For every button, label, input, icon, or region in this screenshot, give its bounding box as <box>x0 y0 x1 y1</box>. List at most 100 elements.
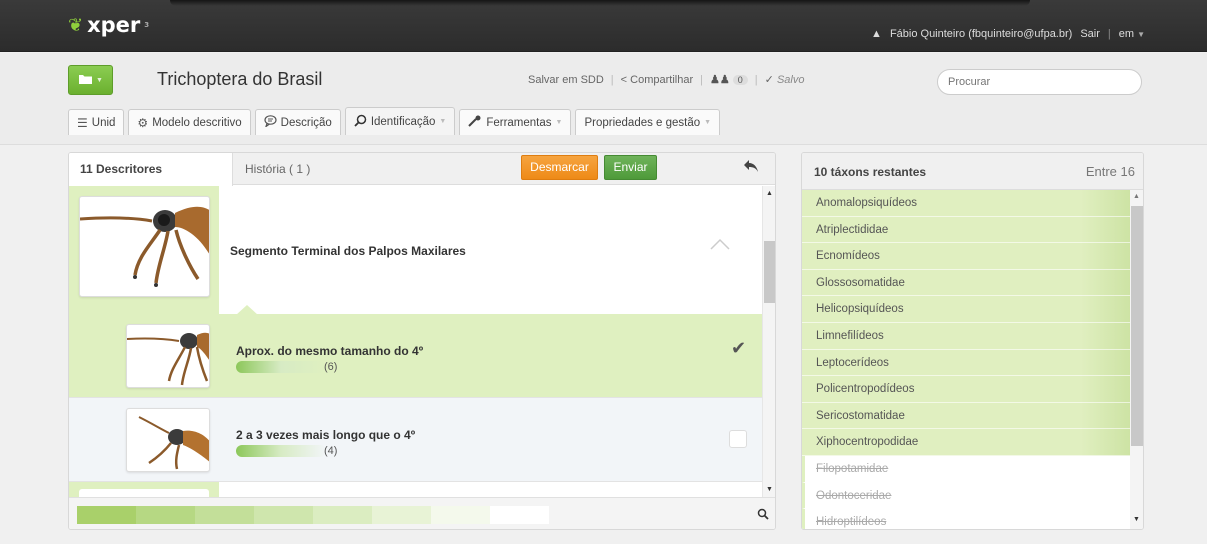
users-count-badge: 0 <box>732 75 748 85</box>
user-area: ▲ Fábio Quinteiro (fbquinteiro@ufpa.br) … <box>871 28 1145 40</box>
chevron-down-icon: ▼ <box>1137 30 1145 39</box>
top-bar: ❦ xper 3 ▲ Fábio Quinteiro (fbquinteiro@u… <box>0 0 1207 52</box>
speech-bubble-icon <box>264 115 277 130</box>
scrollbar-thumb[interactable] <box>764 241 775 303</box>
chevron-down-icon: ▼ <box>439 118 447 125</box>
saved-label: Salvo <box>776 74 805 86</box>
main-tabs: ☰ Unid ⚙ Modelo descritivo Descrição Ide… <box>68 107 721 135</box>
logo-sup: 3 <box>144 21 150 29</box>
saved-status: ✓ Salvo <box>765 73 805 86</box>
progress-segment <box>431 506 490 524</box>
taxa-panel: 10 táxons restantes Entre 16 Anomalopsiq… <box>801 152 1144 530</box>
language-label: em <box>1118 28 1135 40</box>
save-sdd-link[interactable]: Salvar em SDD <box>528 74 604 86</box>
taxon-item-eliminated[interactable]: Hidroptilídeos <box>802 509 1130 529</box>
state-label: Aprox. do mesmo tamanho do 4º <box>236 344 424 358</box>
tab-label: Propriedades e gestão <box>584 116 701 129</box>
tab-label: Modelo descritivo <box>152 116 242 129</box>
taxa-total-label: Entre 16 <box>1085 164 1135 179</box>
descriptors-panel-header: 11 Descritores História ( 1 ) Desmarcar … <box>69 153 775 186</box>
user-name[interactable]: Fábio Quinteiro (fbquinteiro@ufpa.br) <box>890 28 1072 40</box>
desmarcar-button[interactable]: Desmarcar <box>521 155 598 180</box>
tab-identificacao[interactable]: Identificação ▼ <box>344 107 456 135</box>
descriptors-scrollbar[interactable]: ▲ ▼ <box>762 186 775 497</box>
taxon-item-eliminated[interactable]: Odontoceridae <box>802 482 1130 510</box>
progress-segment <box>77 506 136 524</box>
scroll-up-icon[interactable]: ▲ <box>1133 193 1140 200</box>
tab-unid[interactable]: ☰ Unid <box>68 109 125 135</box>
folder-menu-button[interactable]: ▼ <box>68 65 113 95</box>
divider: | <box>754 73 758 86</box>
search-icon <box>354 114 367 130</box>
taxon-item[interactable]: Leptocerídeos <box>802 349 1130 377</box>
state-row[interactable]: 2 a 3 vezes mais longo que o 4º (4) <box>69 398 762 482</box>
tab-descricao[interactable]: Descrição <box>254 109 341 135</box>
list-icon: ☰ <box>77 115 88 130</box>
taxa-list: Anomalopsiquídeos Atriplectididae Ecnomíde… <box>802 190 1130 529</box>
user-icon: ▲ <box>871 28 882 40</box>
taxon-item[interactable]: Limnefilídeos <box>802 322 1130 350</box>
descriptors-footer <box>69 497 775 529</box>
chevron-down-icon: ▼ <box>96 76 103 84</box>
folder-icon <box>78 73 93 88</box>
scroll-down-icon[interactable]: ▼ <box>1133 516 1140 523</box>
undo-icon[interactable] <box>743 159 759 177</box>
chevron-down-icon: ▼ <box>704 119 712 126</box>
taxon-item[interactable]: Xiphocentropodidae <box>802 429 1130 456</box>
leaf-logo-icon: ❦ <box>68 14 84 36</box>
state-checkbox[interactable] <box>729 430 747 448</box>
taxon-item[interactable]: Atriplectididae <box>802 216 1130 244</box>
scroll-down-icon[interactable]: ▼ <box>766 486 773 493</box>
search-icon[interactable] <box>757 508 769 523</box>
descriptor-row[interactable]: Segmento Terminal dos Palpos Maxilares <box>69 186 762 314</box>
share-label: Compartilhar <box>630 73 694 86</box>
next-descriptor-row[interactable] <box>69 482 762 499</box>
enviar-button[interactable]: Enviar <box>604 155 657 180</box>
scroll-up-icon[interactable]: ▲ <box>766 190 773 197</box>
state-frequency-bar <box>236 445 326 457</box>
tab-label: Ferramentas <box>486 116 552 129</box>
language-select[interactable]: em ▼ <box>1119 28 1145 40</box>
descriptors-panel: 11 Descritores História ( 1 ) Desmarcar … <box>68 152 776 530</box>
users-button[interactable]: ♟♟ 0 <box>710 73 748 86</box>
state-row[interactable]: Aprox. do mesmo tamanho do 4º (6) ✔ <box>69 314 762 398</box>
check-icon[interactable]: ✔ <box>731 338 746 359</box>
scrollbar-thumb[interactable] <box>1131 206 1143 446</box>
chevron-up-icon[interactable] <box>705 234 735 254</box>
project-header: ▼ Trichoptera do Brasil Salvar em SDD | … <box>0 53 1207 145</box>
header-actions: Salvar em SDD | < Compartilhar | ♟♟ 0 | … <box>528 73 805 87</box>
progress-segment <box>313 506 372 524</box>
taxa-scrollbar[interactable]: ▲ ▼ <box>1130 190 1143 529</box>
taxon-item-eliminated[interactable]: Filopotamidae <box>802 455 1130 483</box>
taxa-panel-header: 10 táxons restantes Entre 16 <box>802 153 1143 190</box>
tab-descritores[interactable]: 11 Descritores <box>69 153 233 186</box>
tab-propriedades[interactable]: Propriedades e gestão ▼ <box>575 109 721 135</box>
state-count: (6) <box>324 361 338 373</box>
share-link[interactable]: < Compartilhar <box>621 74 693 86</box>
gear-icon: ⚙ <box>137 115 149 130</box>
progress-segment <box>372 506 431 524</box>
tab-ferramentas[interactable]: Ferramentas ▼ <box>459 109 572 135</box>
taxon-item[interactable]: Ecnomídeos <box>802 243 1130 270</box>
taxa-remaining-title: 10 táxons restantes <box>814 165 927 179</box>
xper-logo[interactable]: ❦ xper 3 <box>68 12 149 38</box>
users-icon: ♟♟ <box>709 74 730 86</box>
divider: | <box>700 73 703 86</box>
logout-link[interactable]: Sair <box>1080 28 1100 40</box>
tab-historia[interactable]: História ( 1 ) <box>245 162 310 176</box>
state-count: (4) <box>324 445 338 457</box>
top-shadow <box>170 0 1030 6</box>
taxon-item[interactable]: Helicopsiquídeos <box>802 296 1130 323</box>
search-input[interactable] <box>937 69 1142 95</box>
taxon-item[interactable]: Policentropodídeos <box>802 376 1130 403</box>
state-label: 2 a 3 vezes mais longo que o 4º <box>236 428 416 442</box>
progress-segment <box>490 506 549 524</box>
tab-modelo-descritivo[interactable]: ⚙ Modelo descritivo <box>128 109 251 135</box>
progress-segment <box>195 506 254 524</box>
share-icon: < <box>620 73 628 86</box>
state-thumbnail <box>126 408 210 472</box>
taxon-item[interactable]: Anomalopsiquídeos <box>802 190 1130 217</box>
taxon-item[interactable]: Glossosomatidae <box>802 269 1130 297</box>
separator: | <box>1107 28 1111 40</box>
taxon-item[interactable]: Sericostomatidae <box>802 402 1130 430</box>
